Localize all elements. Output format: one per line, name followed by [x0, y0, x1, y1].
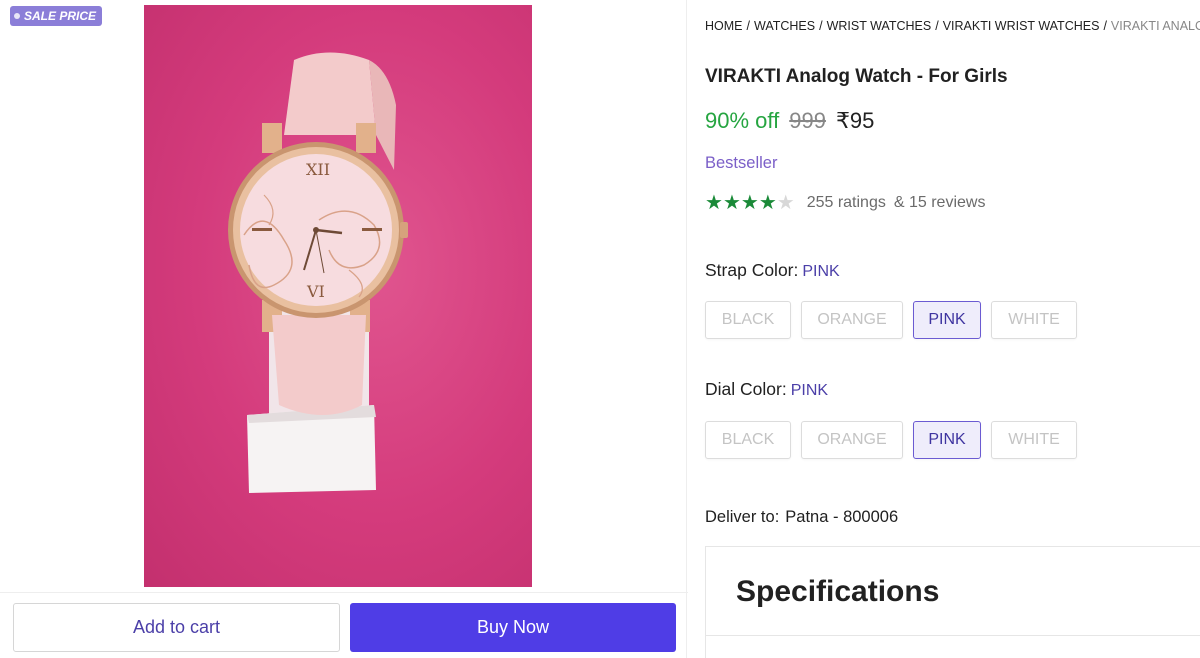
breadcrumb-separator: /: [935, 19, 939, 33]
add-to-cart-button[interactable]: Add to cart: [13, 603, 340, 652]
ratings-count: 255 ratings: [806, 194, 886, 211]
specifications-section: Specifications: [705, 546, 1200, 658]
dial-color-title: Dial Color:: [705, 379, 787, 399]
dial-option-white[interactable]: WHITE: [991, 421, 1077, 459]
strap-option-pink[interactable]: PINK: [913, 301, 981, 339]
watch-illustration: XII VI: [228, 52, 408, 493]
specifications-title: Specifications: [736, 575, 940, 608]
svg-text:VI: VI: [306, 282, 325, 301]
price-row: 90% off 999 ₹95: [705, 108, 874, 134]
product-image[interactable]: XII VI: [144, 5, 532, 587]
dial-option-orange[interactable]: ORANGE: [801, 421, 903, 459]
breadcrumb-separator: /: [819, 19, 823, 33]
reviews-count: & 15 reviews: [893, 194, 986, 211]
delivery-location[interactable]: Deliver to: Patna - 800006: [705, 508, 898, 527]
strap-color-title: Strap Color:: [705, 260, 799, 280]
strap-color-options: BLACK ORANGE PINK WHITE: [705, 301, 1077, 339]
dial-color-value: PINK: [790, 382, 829, 399]
breadcrumb-wrist-watches[interactable]: WRIST WATCHES: [827, 19, 932, 33]
dial-color-options: BLACK ORANGE PINK WHITE: [705, 421, 1077, 459]
strap-option-black[interactable]: BLACK: [705, 301, 791, 339]
star-rating: ★ ★ ★ ★ ★: [705, 193, 795, 213]
dial-color-label: Dial Color: PINK: [705, 379, 828, 400]
star-full-icon: ★: [705, 192, 723, 214]
delivery-location-value: Patna - 800006: [785, 508, 899, 526]
breadcrumb-watches[interactable]: WATCHES: [754, 19, 815, 33]
column-divider: [686, 0, 687, 658]
star-full-icon: ★: [740, 192, 759, 214]
product-title: VIRAKTI Analog Watch - For Girls: [705, 66, 1008, 87]
bestseller-tag: Bestseller: [705, 154, 778, 172]
strap-option-white[interactable]: WHITE: [991, 301, 1077, 339]
deliver-to-label: Deliver to:: [705, 508, 780, 526]
breadcrumb-separator: /: [746, 19, 750, 33]
sale-price-badge: SALE PRICE: [10, 6, 103, 26]
svg-text:XII: XII: [306, 160, 330, 179]
rating-row[interactable]: ★ ★ ★ ★ ★ 255 ratings & 15 reviews: [705, 193, 985, 213]
buy-now-button[interactable]: Buy Now: [350, 603, 676, 652]
specifications-divider: [706, 635, 1200, 636]
strap-color-value: PINK: [802, 263, 840, 280]
sale-price-label: SALE PRICE: [24, 9, 97, 23]
breadcrumb-virakti-wrist-watches[interactable]: VIRAKTI WRIST WATCHES: [943, 19, 1100, 33]
breadcrumb-separator: /: [1103, 19, 1107, 33]
product-details-column: HOME / WATCHES / WRIST WATCHES / VIRAKTI WRIST…: [705, 0, 1200, 658]
breadcrumb-current: VIRAKTI ANALOG W: [1110, 19, 1200, 33]
dial-option-black[interactable]: BLACK: [705, 421, 791, 459]
strap-option-orange[interactable]: ORANGE: [801, 301, 903, 339]
breadcrumb: HOME / WATCHES / WRIST WATCHES / VIRAKTI WRIST…: [705, 19, 1200, 33]
original-price: 999: [789, 108, 826, 133]
badge-dot-icon: [14, 13, 20, 19]
breadcrumb-home[interactable]: HOME: [705, 19, 743, 33]
selling-price: ₹95: [835, 108, 875, 133]
star-full-icon: ★: [758, 192, 777, 214]
product-media-column: SALE PRICE XII VI Add to cart Buy Now: [0, 0, 690, 658]
strap-color-label: Strap Color: PINK: [705, 260, 840, 281]
purchase-action-bar: Add to cart Buy Now: [0, 592, 688, 658]
dial-option-pink[interactable]: PINK: [913, 421, 981, 459]
discount-percent: 90% off: [705, 108, 780, 133]
star-empty-icon: ★: [776, 192, 795, 214]
star-full-icon: ★: [722, 192, 741, 214]
